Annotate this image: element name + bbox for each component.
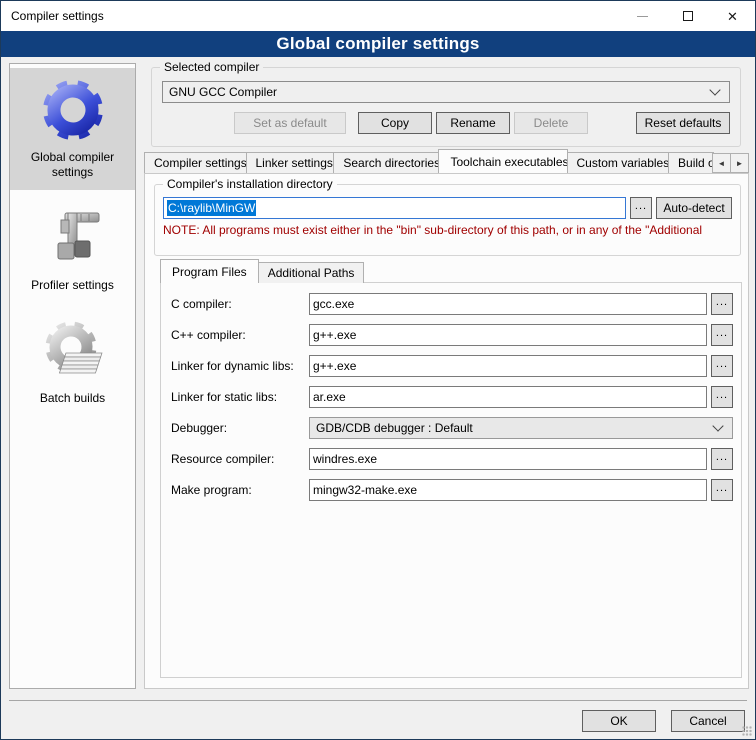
title-bar: Compiler settings ✕: [1, 1, 755, 31]
field-value: mingw32-make.exe: [313, 483, 417, 497]
tab-scroll-arrows: ◄ ►: [713, 153, 749, 173]
cancel-button[interactable]: Cancel: [671, 710, 745, 732]
resize-grip[interactable]: [742, 726, 752, 736]
tab-compiler-settings[interactable]: Compiler settings: [144, 152, 247, 173]
minimize-button[interactable]: [620, 1, 665, 31]
delete-button[interactable]: Delete: [514, 112, 588, 134]
window-controls: ✕: [620, 1, 755, 31]
field-label: Linker for dynamic libs:: [171, 359, 309, 373]
field-label: Make program:: [171, 483, 309, 497]
sidebar-item-label: Batch builds: [40, 391, 105, 406]
sidebar-item-profiler-settings[interactable]: Profiler settings: [10, 196, 135, 303]
compiler-settings-dialog: Compiler settings ✕ Global compiler sett…: [0, 0, 756, 740]
installation-directory-input[interactable]: C:\raylib\MinGW: [163, 197, 626, 219]
field-value: g++.exe: [313, 359, 356, 373]
field-row-make-program: Make program: mingw32-make.exe ...: [171, 479, 733, 501]
maximize-button[interactable]: [665, 1, 710, 31]
cpp-compiler-input[interactable]: g++.exe: [309, 324, 707, 346]
tab-program-files[interactable]: Program Files: [160, 259, 259, 283]
rename-button[interactable]: Rename: [436, 112, 510, 134]
installation-directory-value: C:\raylib\MinGW: [167, 200, 256, 216]
debugger-select-value: GDB/CDB debugger : Default: [316, 421, 710, 435]
group-legend: Selected compiler: [160, 60, 263, 74]
compiler-buttons-row: Set as default Copy Rename Delete Reset …: [162, 112, 730, 134]
static-linker-input[interactable]: ar.exe: [309, 386, 707, 408]
set-as-default-button[interactable]: Set as default: [234, 112, 346, 134]
field-row-static-linker: Linker for static libs: ar.exe ...: [171, 386, 733, 408]
inner-tab-strip: Program Files Additional Paths: [160, 260, 363, 283]
tab-additional-paths[interactable]: Additional Paths: [258, 262, 365, 283]
browse-directory-button[interactable]: ...: [630, 197, 652, 219]
compiler-select-value: GNU GCC Compiler: [169, 85, 707, 99]
sidebar-item-label: Profiler settings: [31, 278, 114, 293]
tab-scroll-left-icon[interactable]: ◄: [712, 153, 731, 173]
resource-compiler-input[interactable]: windres.exe: [309, 448, 707, 470]
installation-directory-group: Compiler's installation directory C:\ray…: [154, 184, 741, 256]
footer-separator: [9, 700, 747, 701]
note-text: NOTE: All programs must exist either in …: [163, 223, 732, 237]
make-program-browse-button[interactable]: ...: [711, 479, 733, 501]
selected-compiler-group: Selected compiler GNU GCC Compiler Set a…: [151, 67, 741, 147]
c-compiler-browse-button[interactable]: ...: [711, 293, 733, 315]
field-row-c-compiler: C compiler: gcc.exe ...: [171, 293, 733, 315]
main-tab-strip: Compiler settings Linker settings Search…: [144, 150, 749, 173]
group-legend: Compiler's installation directory: [163, 177, 337, 191]
field-label: Linker for static libs:: [171, 390, 309, 404]
blue-gear-icon: [41, 78, 105, 142]
resource-compiler-browse-button[interactable]: ...: [711, 448, 733, 470]
make-program-input[interactable]: mingw32-make.exe: [309, 479, 707, 501]
field-row-debugger: Debugger: GDB/CDB debugger : Default: [171, 417, 733, 439]
sidebar-item-global-compiler-settings[interactable]: Global compiler settings: [10, 68, 135, 190]
field-value: ar.exe: [313, 390, 346, 404]
caliper-tool-icon: [41, 206, 105, 270]
field-label: C compiler:: [171, 297, 309, 311]
auto-detect-button[interactable]: Auto-detect: [656, 197, 732, 219]
cpp-compiler-browse-button[interactable]: ...: [711, 324, 733, 346]
settings-sidebar: Global compiler settings Profiler settin…: [9, 63, 136, 689]
dialog-banner: Global compiler settings: [1, 31, 755, 57]
maximize-icon: [683, 11, 693, 21]
minimize-icon: [637, 16, 648, 17]
footer-buttons: OK Cancel: [582, 710, 745, 732]
field-label: Resource compiler:: [171, 452, 309, 466]
close-button[interactable]: ✕: [710, 1, 755, 31]
close-icon: ✕: [727, 10, 738, 23]
field-row-cpp-compiler: C++ compiler: g++.exe ...: [171, 324, 733, 346]
chevron-down-icon: [712, 420, 723, 431]
chevron-down-icon: [709, 84, 720, 95]
window-title: Compiler settings: [1, 9, 104, 23]
field-value: gcc.exe: [313, 297, 354, 311]
tab-custom-variables[interactable]: Custom variables: [567, 152, 670, 173]
field-label: Debugger:: [171, 421, 309, 435]
program-files-panel: C compiler: gcc.exe ... C++ compiler: g+…: [160, 282, 742, 678]
compiler-select[interactable]: GNU GCC Compiler: [162, 81, 730, 103]
tab-linker-settings[interactable]: Linker settings: [246, 152, 335, 173]
copy-button[interactable]: Copy: [358, 112, 432, 134]
toolchain-executables-page: Compiler's installation directory C:\ray…: [144, 173, 749, 689]
field-value: windres.exe: [313, 452, 377, 466]
reset-defaults-button[interactable]: Reset defaults: [636, 112, 730, 134]
sidebar-item-label: Global compiler settings: [14, 150, 131, 180]
field-label: C++ compiler:: [171, 328, 309, 342]
tab-search-directories[interactable]: Search directories: [333, 152, 439, 173]
field-value: g++.exe: [313, 328, 356, 342]
ok-button[interactable]: OK: [582, 710, 656, 732]
tab-toolchain-executables[interactable]: Toolchain executables: [438, 149, 567, 173]
c-compiler-input[interactable]: gcc.exe: [309, 293, 707, 315]
debugger-select[interactable]: GDB/CDB debugger : Default: [309, 417, 733, 439]
dynamic-linker-input[interactable]: g++.exe: [309, 355, 707, 377]
tab-build-options[interactable]: Build options: [668, 152, 714, 173]
field-row-dynamic-linker: Linker for dynamic libs: g++.exe ...: [171, 355, 733, 377]
static-linker-browse-button[interactable]: ...: [711, 386, 733, 408]
sidebar-item-batch-builds[interactable]: Batch builds: [10, 309, 135, 416]
gray-gear-papers-icon: [41, 319, 105, 383]
tab-scroll-right-icon[interactable]: ►: [730, 153, 749, 173]
field-row-resource-compiler: Resource compiler: windres.exe ...: [171, 448, 733, 470]
dynamic-linker-browse-button[interactable]: ...: [711, 355, 733, 377]
